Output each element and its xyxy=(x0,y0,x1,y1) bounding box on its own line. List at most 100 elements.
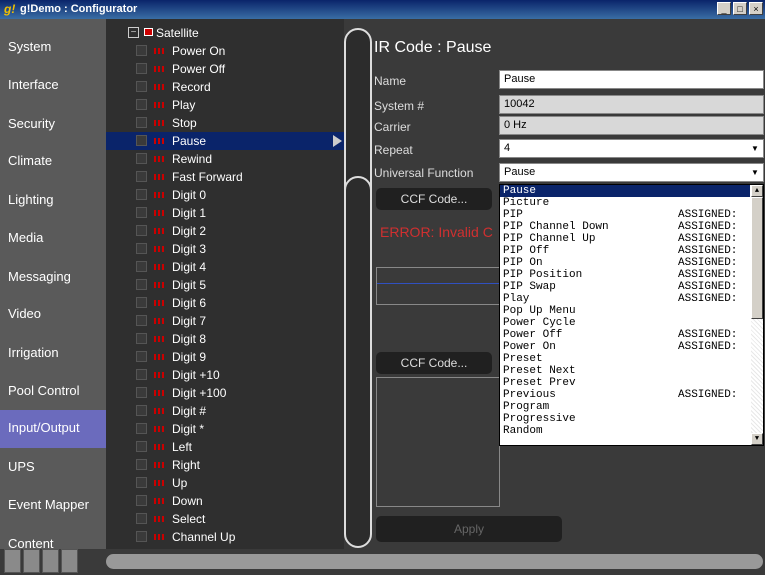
tree-item[interactable]: Digit +10 xyxy=(106,366,344,384)
sidebar-item-event-mapper[interactable]: Event Mapper xyxy=(0,487,106,523)
checkbox[interactable] xyxy=(136,459,147,470)
tree-item[interactable]: Digit 4 xyxy=(106,258,344,276)
list-item[interactable]: PIP ASSIGNED: xyxy=(500,209,750,221)
collapse-icon[interactable]: − xyxy=(128,27,139,38)
sidebar-item-climate[interactable]: Climate xyxy=(0,143,106,179)
list-item[interactable]: Power On ASSIGNED: xyxy=(500,341,750,353)
sidebar-item-irrigation[interactable]: Irrigation xyxy=(0,335,106,371)
tree-item[interactable]: Stop xyxy=(106,114,344,132)
list-item[interactable]: PIP Channel Down ASSIGNED: xyxy=(500,221,750,233)
chevron-down-icon[interactable]: ▼ xyxy=(748,165,762,180)
scroll-up-icon[interactable]: ▲ xyxy=(751,185,763,197)
checkbox[interactable] xyxy=(136,477,147,488)
list-item[interactable]: Play ASSIGNED: xyxy=(500,293,750,305)
checkbox[interactable] xyxy=(136,81,147,92)
checkbox[interactable] xyxy=(136,243,147,254)
tree-item[interactable]: Left xyxy=(106,438,344,456)
list-item[interactable]: Progressive xyxy=(500,413,750,425)
sidebar-item-input-output[interactable]: Input/Output xyxy=(0,410,106,448)
tree-item[interactable]: Channel Up xyxy=(106,528,344,546)
list-item[interactable]: Pause xyxy=(500,185,750,197)
name-field[interactable]: Pause xyxy=(499,70,764,89)
list-item[interactable]: Power Off ASSIGNED: xyxy=(500,329,750,341)
tree-scrollbar-thumb[interactable] xyxy=(344,176,372,548)
checkbox[interactable] xyxy=(136,153,147,164)
tree-item[interactable]: Down xyxy=(106,492,344,510)
sidebar-item-pool-control[interactable]: Pool Control xyxy=(0,373,106,409)
scrollbar-thumb[interactable] xyxy=(751,197,763,319)
checkbox[interactable] xyxy=(136,99,147,110)
list-item[interactable]: Preset xyxy=(500,353,750,365)
checkbox[interactable] xyxy=(136,387,147,398)
bottom-button-2[interactable] xyxy=(23,549,40,573)
sidebar-item-system[interactable]: System xyxy=(0,29,106,65)
checkbox[interactable] xyxy=(136,117,147,128)
tree-item[interactable]: Digit 6 xyxy=(106,294,344,312)
tree-item[interactable]: Record xyxy=(106,78,344,96)
bottom-button-3[interactable] xyxy=(42,549,59,573)
list-item[interactable]: Random xyxy=(500,425,750,437)
checkbox[interactable] xyxy=(136,315,147,326)
list-item[interactable]: Preset Prev xyxy=(500,377,750,389)
tree-item[interactable]: Digit # xyxy=(106,402,344,420)
bottom-button-4[interactable] xyxy=(61,549,78,573)
sidebar-item-ups[interactable]: UPS xyxy=(0,449,106,485)
list-item[interactable]: Power Cycle xyxy=(500,317,750,329)
tree-item[interactable]: Power Off xyxy=(106,60,344,78)
checkbox[interactable] xyxy=(136,441,147,452)
minimize-button[interactable]: _ xyxy=(717,2,731,15)
tree-item[interactable]: Right xyxy=(106,456,344,474)
checkbox[interactable] xyxy=(136,423,147,434)
apply-button[interactable]: Apply xyxy=(376,516,562,542)
ccf-code-button[interactable]: CCF Code... xyxy=(376,188,492,210)
sidebar-item-interface[interactable]: Interface xyxy=(0,67,106,103)
tree-item[interactable]: Digit 2 xyxy=(106,222,344,240)
repeat-dropdown[interactable]: 4 ▼ xyxy=(499,139,764,158)
list-item[interactable]: PIP Channel Up ASSIGNED: xyxy=(500,233,750,245)
ccf-code-button-2[interactable]: CCF Code... xyxy=(376,352,492,374)
sidebar-item-media[interactable]: Media xyxy=(0,220,106,256)
horizontal-scrollbar[interactable] xyxy=(106,554,763,569)
checkbox[interactable] xyxy=(136,279,147,290)
tree-root-satellite[interactable]: − Satellite xyxy=(106,24,344,42)
list-scrollbar[interactable]: ▲ ▼ xyxy=(751,185,763,445)
sidebar-item-video[interactable]: Video xyxy=(0,296,106,332)
tree-item[interactable]: Play xyxy=(106,96,344,114)
checkbox[interactable] xyxy=(136,405,147,416)
universal-function-dropdown[interactable]: Pause ▼ xyxy=(499,163,764,182)
tree-item[interactable]: Digit 0 xyxy=(106,186,344,204)
checkbox[interactable] xyxy=(136,333,147,344)
checkbox[interactable] xyxy=(136,297,147,308)
sidebar-item-security[interactable]: Security xyxy=(0,106,106,142)
checkbox[interactable] xyxy=(136,531,147,542)
checkbox[interactable] xyxy=(136,351,147,362)
tree-item[interactable]: Rewind xyxy=(106,150,344,168)
checkbox[interactable] xyxy=(136,171,147,182)
tree-item[interactable]: Digit 8 xyxy=(106,330,344,348)
tree-item[interactable]: Select xyxy=(106,510,344,528)
close-button[interactable]: × xyxy=(749,2,763,15)
list-item[interactable]: Picture xyxy=(500,197,750,209)
checkbox[interactable] xyxy=(136,189,147,200)
checkbox[interactable] xyxy=(136,135,147,146)
tree-item[interactable]: Digit 1 xyxy=(106,204,344,222)
list-item[interactable]: PIP Off ASSIGNED: xyxy=(500,245,750,257)
tree-item[interactable]: Digit 5 xyxy=(106,276,344,294)
sidebar-item-lighting[interactable]: Lighting xyxy=(0,182,106,218)
list-item[interactable]: Program xyxy=(500,401,750,413)
list-item[interactable]: Pop Up Menu xyxy=(500,305,750,317)
tree-item[interactable]: Digit +100 xyxy=(106,384,344,402)
tree-item-selected[interactable]: Pause xyxy=(106,132,344,150)
tree-item[interactable]: Up xyxy=(106,474,344,492)
checkbox[interactable] xyxy=(136,513,147,524)
checkbox[interactable] xyxy=(136,45,147,56)
list-item[interactable]: PIP Position ASSIGNED: xyxy=(500,269,750,281)
sidebar-item-messaging[interactable]: Messaging xyxy=(0,259,106,295)
list-item[interactable]: PIP On ASSIGNED: xyxy=(500,257,750,269)
chevron-down-icon[interactable]: ▼ xyxy=(748,141,762,156)
list-item[interactable]: Previous ASSIGNED: xyxy=(500,389,750,401)
tree-item[interactable]: Digit 3 xyxy=(106,240,344,258)
tree-item[interactable]: Digit 7 xyxy=(106,312,344,330)
maximize-button[interactable]: □ xyxy=(733,2,747,15)
tree-item[interactable]: Digit * xyxy=(106,420,344,438)
